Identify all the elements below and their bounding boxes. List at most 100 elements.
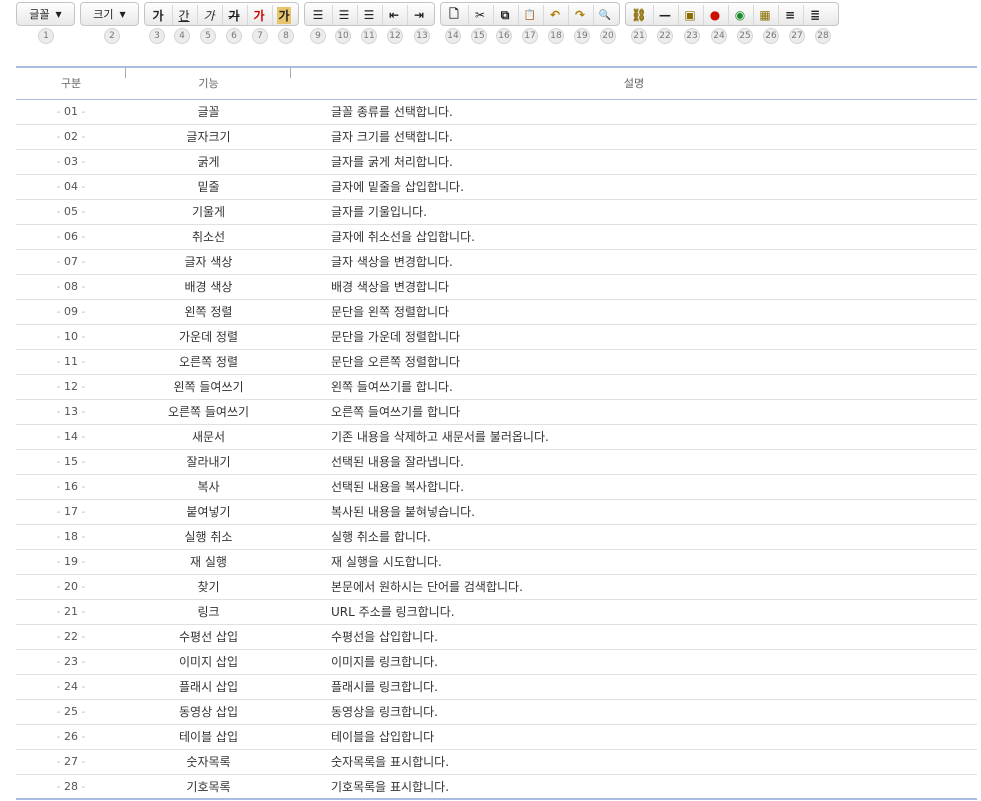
row-description: 테이블을 삽입합니다 — [291, 724, 977, 750]
number-badge: 18 — [548, 28, 564, 44]
bullet-list-button[interactable]: ≣ — [803, 5, 826, 25]
row-number: - 21 - — [16, 599, 126, 625]
row-number: - 07 - — [16, 249, 126, 275]
edit-group: 🗋 ✂ ⧉ 📋 ↶ ↷ 🔍 — [440, 2, 620, 26]
number-badge: 6 — [226, 28, 242, 44]
italic-button[interactable]: 가 — [197, 5, 220, 25]
font-select-label: 글꼴 — [29, 8, 50, 21]
row-function: 수평선 삽입 — [126, 624, 291, 650]
video-button[interactable]: ◉ — [728, 5, 751, 25]
bold-button[interactable]: 가 — [147, 5, 169, 25]
paste-button[interactable]: 📋 — [518, 5, 541, 25]
indent-button[interactable]: ⇥ — [407, 5, 430, 25]
row-description: 플래시를 링크합니다. — [291, 674, 977, 700]
row-number: - 17 - — [16, 499, 126, 525]
table-row: - 09 - 왼쪽 정렬 문단을 왼쪽 정렬합니다 — [16, 299, 977, 325]
font-color-button[interactable]: 가 — [247, 5, 270, 25]
underline-button[interactable]: 간 — [172, 5, 195, 25]
number-badge: 14 — [445, 28, 461, 44]
number-badge: 3 — [149, 28, 165, 44]
image-button[interactable]: ▣ — [678, 5, 701, 25]
row-description: 문단을 오른쪽 정렬합니다 — [291, 349, 977, 375]
undo-icon: ↶ — [549, 8, 561, 22]
row-description: 복사된 내용을 붙혀넣습니다. — [291, 499, 977, 525]
table-button[interactable]: ▦ — [753, 5, 776, 25]
number-badge: 25 — [737, 28, 753, 44]
row-function: 붙여넣기 — [126, 499, 291, 525]
number-badge: 22 — [657, 28, 673, 44]
size-select[interactable]: 크기 ▼ — [80, 2, 139, 26]
redo-button[interactable]: ↷ — [568, 5, 591, 25]
underline-icon: 간 — [178, 8, 190, 23]
row-number: - 09 - — [16, 299, 126, 325]
find-button[interactable]: 🔍 — [593, 5, 616, 25]
number-badge: 7 — [252, 28, 268, 44]
row-function: 잘라내기 — [126, 449, 291, 475]
number-badge: 11 — [361, 28, 377, 44]
row-number: - 22 - — [16, 624, 126, 650]
header-function: 기능 — [126, 66, 291, 100]
bullet-list-icon: ≣ — [809, 8, 821, 22]
number-badge: 23 — [684, 28, 700, 44]
numbered-list-button[interactable]: ≡ — [778, 5, 801, 25]
row-description: 글자를 기울입니다. — [291, 199, 977, 225]
row-function: 기울게 — [126, 199, 291, 225]
row-function: 왼쪽 정렬 — [126, 299, 291, 325]
align-right-button[interactable]: ☰ — [357, 5, 380, 25]
table-row: - 16 - 복사 선택된 내용을 복사합니다. — [16, 474, 977, 500]
row-function: 이미지 삽입 — [126, 649, 291, 675]
table-row: - 07 - 글자 색상 글자 색상을 변경합니다. — [16, 249, 977, 275]
copy-button[interactable]: ⧉ — [493, 5, 516, 25]
indent-icon: ⇥ — [413, 8, 425, 22]
table-row: - 20 - 찾기 본문에서 원하시는 단어를 검색합니다. — [16, 574, 977, 600]
number-badge: 28 — [815, 28, 831, 44]
table-row: - 24 - 플래시 삽입 플래시를 링크합니다. — [16, 674, 977, 700]
background-color-button[interactable]: 가 — [272, 5, 295, 25]
table-row: - 05 - 기울게 글자를 기울입니다. — [16, 199, 977, 225]
flash-icon: ● — [709, 8, 721, 22]
format-group: 가 간 가 가 가 가 — [144, 2, 299, 26]
insert-group: ⛓ — ▣ ● ◉ ▦ ≡ ≣ — [625, 2, 839, 26]
new-document-button[interactable]: 🗋 — [443, 5, 465, 25]
align-group: ☰ ☰ ☰ ⇤ ⇥ — [304, 2, 435, 26]
number-badge: 9 — [310, 28, 326, 44]
align-center-button[interactable]: ☰ — [332, 5, 355, 25]
strikethrough-button[interactable]: 가 — [222, 5, 245, 25]
number-badge: 10 — [335, 28, 351, 44]
flash-button[interactable]: ● — [703, 5, 726, 25]
number-badge: 8 — [278, 28, 294, 44]
row-function: 찾기 — [126, 574, 291, 600]
row-number: - 23 - — [16, 649, 126, 675]
video-icon: ◉ — [734, 8, 746, 22]
align-left-button[interactable]: ☰ — [307, 5, 329, 25]
table-row: - 28 - 기호목록 기호목록을 표시합니다. — [16, 774, 977, 800]
row-number: - 04 - — [16, 174, 126, 200]
table-row: - 03 - 굵게 글자를 굵게 처리합니다. — [16, 149, 977, 175]
row-number: - 11 - — [16, 349, 126, 375]
row-description: 문단을 왼쪽 정렬합니다 — [291, 299, 977, 325]
outdent-button[interactable]: ⇤ — [382, 5, 405, 25]
horizontal-rule-button[interactable]: — — [653, 5, 676, 25]
align-right-icon: ☰ — [363, 8, 375, 22]
undo-button[interactable]: ↶ — [543, 5, 566, 25]
row-description: 이미지를 링크합니다. — [291, 649, 977, 675]
header-category: 구분 — [16, 66, 126, 100]
row-function: 재 실행 — [126, 549, 291, 575]
link-button[interactable]: ⛓ — [628, 5, 650, 25]
row-description: 왼쪽 들여쓰기를 합니다. — [291, 374, 977, 400]
font-select[interactable]: 글꼴 ▼ — [16, 2, 75, 26]
toolbar-number-labels: 1 2 3 4 5 6 7 8 9 10 11 12 13 14 15 16 1… — [0, 28, 981, 44]
row-number: - 20 - — [16, 574, 126, 600]
number-badge: 17 — [522, 28, 538, 44]
row-description: 기호목록을 표시합니다. — [291, 774, 977, 800]
row-description: 재 실행을 시도합니다. — [291, 549, 977, 575]
row-function: 플래시 삽입 — [126, 674, 291, 700]
row-description: 실행 취소를 합니다. — [291, 524, 977, 550]
row-function: 복사 — [126, 474, 291, 500]
row-function: 밑줄 — [126, 174, 291, 200]
cut-button[interactable]: ✂ — [468, 5, 491, 25]
table-row: - 06 - 취소선 글자에 취소선을 삽입합니다. — [16, 224, 977, 250]
number-badge: 26 — [763, 28, 779, 44]
table-row: - 15 - 잘라내기 선택된 내용을 잘라냅니다. — [16, 449, 977, 475]
align-left-icon: ☰ — [312, 8, 324, 22]
